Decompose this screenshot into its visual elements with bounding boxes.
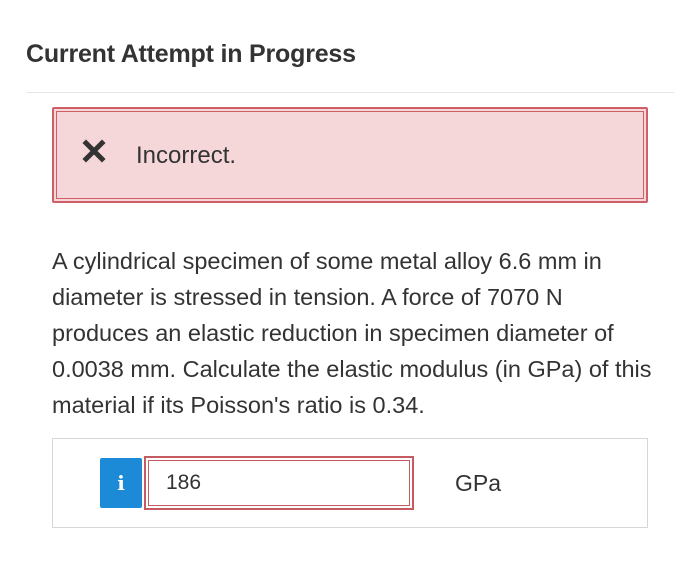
info-icon[interactable]: i: [100, 458, 142, 508]
answer-input-field[interactable]: [144, 456, 414, 510]
unit-label: GPa: [455, 470, 502, 496]
page-title: Current Attempt in Progress: [26, 40, 356, 68]
feedback-text: Incorrect.: [136, 142, 237, 169]
close-x-icon: [82, 139, 106, 163]
header-divider: [26, 92, 674, 93]
answer-input[interactable]: [166, 468, 386, 498]
question-text: A cylindrical specimen of some metal all…: [52, 248, 652, 418]
